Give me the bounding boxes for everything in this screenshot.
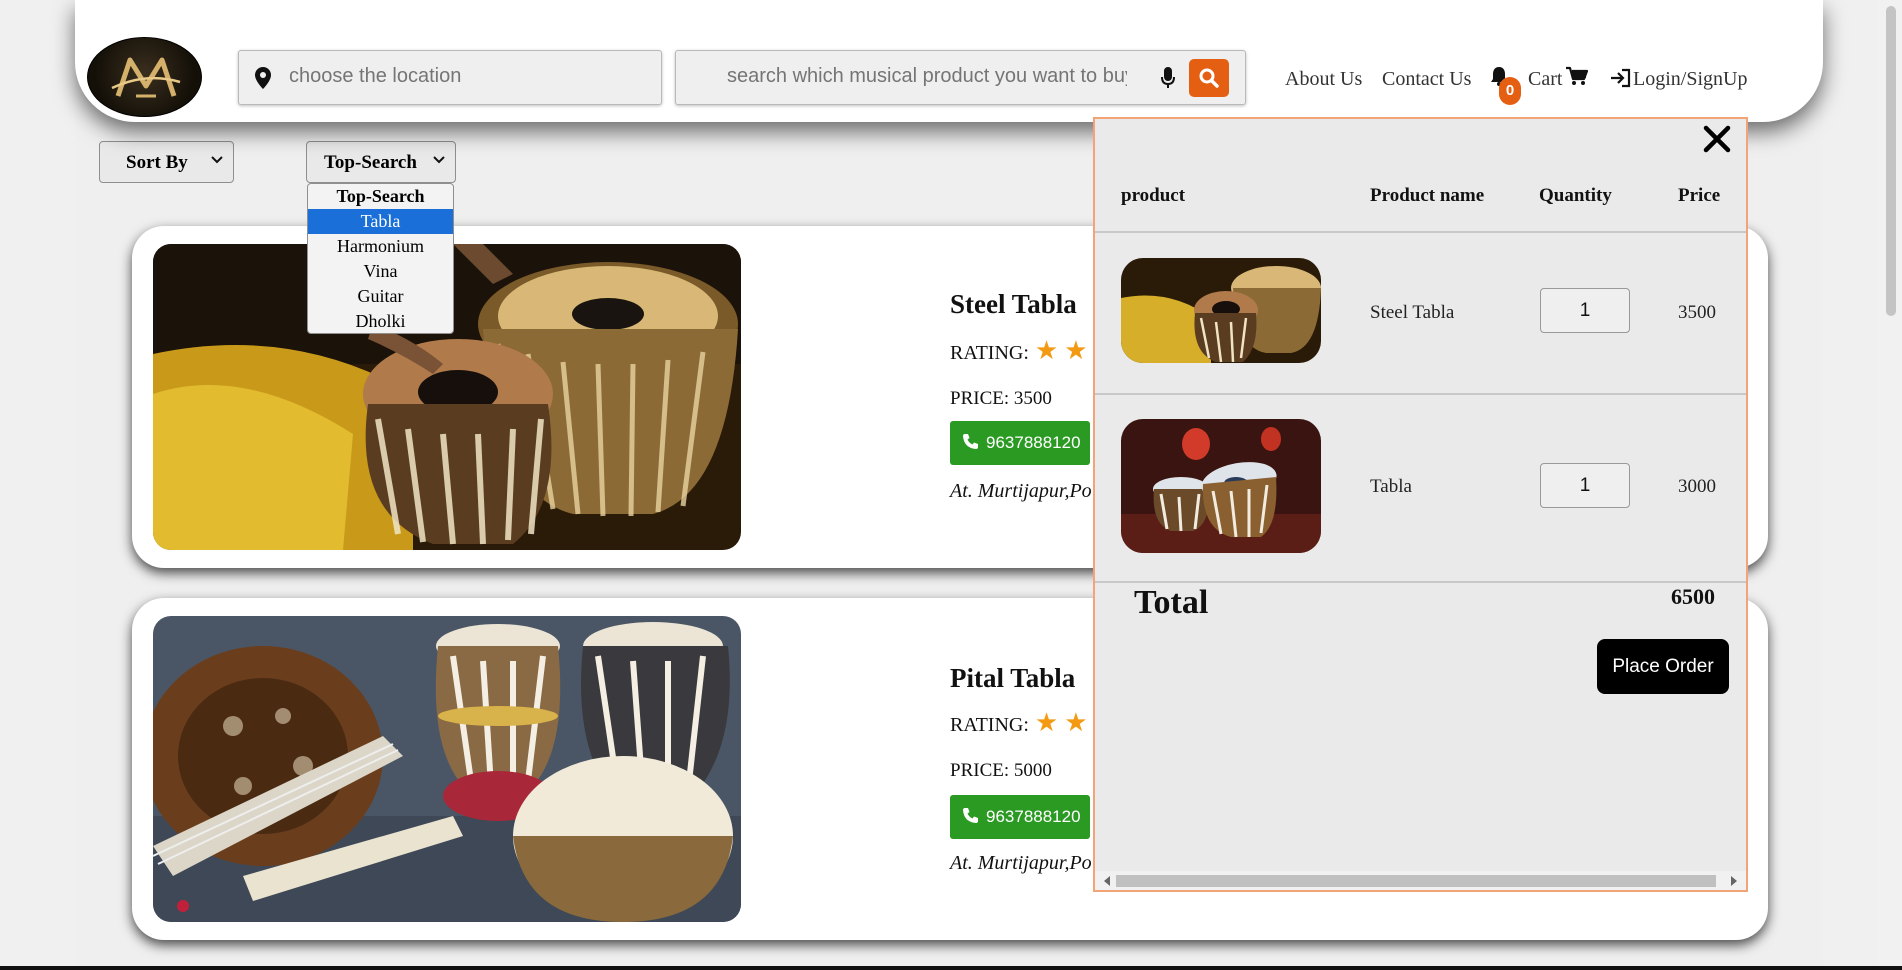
dropdown-option-harmonium[interactable]: Harmonium: [308, 234, 453, 259]
phone-icon: [963, 808, 978, 823]
call-seller-button[interactable]: 9637888120: [950, 795, 1090, 839]
close-icon[interactable]: [1703, 125, 1731, 153]
product-search-input[interactable]: search which musical product you want to…: [675, 50, 1246, 105]
divider: [1095, 393, 1746, 395]
location-placeholder: choose the location: [289, 65, 462, 87]
phone-icon: [963, 434, 978, 449]
call-seller-button[interactable]: 9637888120: [950, 421, 1090, 465]
product-title[interactable]: Pital Tabla: [950, 663, 1075, 694]
cart-item-name: Tabla: [1370, 476, 1412, 497]
login-icon[interactable]: [1610, 68, 1632, 88]
cart-header-quantity: Quantity: [1539, 185, 1612, 206]
shopping-cart-icon[interactable]: [1566, 66, 1588, 86]
category-dropdown-list: Top-Search Tabla Harmonium Vina Guitar D…: [307, 183, 454, 334]
nav-about-us[interactable]: About Us: [1285, 68, 1362, 91]
notification-badge: 0: [1499, 77, 1521, 105]
category-select-label: Top-Search: [324, 152, 417, 173]
product-title[interactable]: Steel Tabla: [950, 289, 1077, 320]
search-icon: [1199, 68, 1219, 88]
nav-contact-us[interactable]: Contact Us: [1382, 68, 1471, 91]
site-header: choose the location search which musical…: [75, 0, 1823, 122]
cart-horizontal-scrollbar[interactable]: [1095, 871, 1746, 890]
cart-item-quantity-input[interactable]: 1: [1540, 288, 1630, 333]
dropdown-option-top-search[interactable]: Top-Search: [308, 184, 453, 209]
scroll-right-arrow-icon[interactable]: [1730, 875, 1738, 887]
sort-by-select[interactable]: Sort By: [99, 141, 234, 183]
star-icon: ★: [1034, 708, 1059, 737]
map-pin-icon: [255, 67, 271, 89]
product-rating: RATING: ★ ★: [950, 336, 1088, 366]
cart-item-price: 3500: [1678, 302, 1716, 323]
dropdown-option-vina[interactable]: Vina: [308, 259, 453, 284]
cart-item-price: 3000: [1678, 476, 1716, 497]
star-icon: ★: [1064, 708, 1088, 737]
search-placeholder: search which musical product you want to…: [727, 65, 1127, 87]
star-icon: ★: [1034, 336, 1059, 365]
product-address: At. Murtijapur,Po: [950, 852, 1092, 874]
cart-panel: product Product name Quantity Price Stee…: [1093, 117, 1748, 892]
cart-header-product: product: [1121, 185, 1186, 206]
search-button[interactable]: [1189, 59, 1229, 97]
dropdown-option-tabla[interactable]: Tabla: [308, 209, 453, 234]
cart-total-value: 6500: [1671, 584, 1715, 609]
nav-login-signup[interactable]: Login/SignUp: [1633, 68, 1747, 91]
cart-header-price: Price: [1678, 185, 1721, 206]
rating-label: RATING:: [950, 714, 1029, 736]
sort-by-label: Sort By: [126, 152, 188, 173]
category-select[interactable]: Top-Search: [306, 141, 456, 183]
dropdown-option-dholki[interactable]: Dholki: [308, 309, 453, 333]
phone-number: 9637888120: [986, 433, 1081, 452]
page-scrollbar[interactable]: [1878, 0, 1902, 968]
cart-header-name: Product name: [1370, 185, 1485, 206]
dropdown-option-guitar[interactable]: Guitar: [308, 284, 453, 309]
divider: [1095, 231, 1746, 233]
cart-item-quantity-input[interactable]: 1: [1540, 463, 1630, 508]
microphone-icon[interactable]: [1161, 67, 1175, 89]
star-icon: ★: [1064, 336, 1088, 365]
nav-cart[interactable]: Cart: [1528, 68, 1562, 91]
scrollbar-thumb[interactable]: [1116, 875, 1716, 887]
product-price: PRICE: 5000: [950, 760, 1052, 781]
divider: [1095, 581, 1746, 583]
chevron-down-icon: [433, 156, 445, 164]
phone-number: 9637888120: [986, 807, 1081, 826]
product-address: At. Murtijapur,Po: [950, 480, 1092, 502]
product-price: PRICE: 3500: [950, 388, 1052, 409]
page-scrollbar-thumb[interactable]: [1886, 6, 1896, 316]
location-input[interactable]: choose the location: [238, 50, 662, 105]
place-order-button[interactable]: Place Order: [1597, 639, 1729, 694]
brand-logo[interactable]: [87, 37, 202, 117]
cart-item-name: Steel Tabla: [1370, 302, 1455, 323]
cart-item-image: [1121, 419, 1321, 553]
bottom-edge: [0, 966, 1902, 970]
cart-total-label: Total: [1134, 584, 1209, 621]
rating-label: RATING:: [950, 342, 1029, 364]
product-image-pital-tabla[interactable]: [153, 616, 741, 922]
product-rating: RATING: ★ ★: [950, 708, 1088, 738]
chevron-down-icon: [211, 156, 223, 164]
cart-item-image: [1121, 258, 1321, 363]
scroll-left-arrow-icon[interactable]: [1103, 875, 1111, 887]
